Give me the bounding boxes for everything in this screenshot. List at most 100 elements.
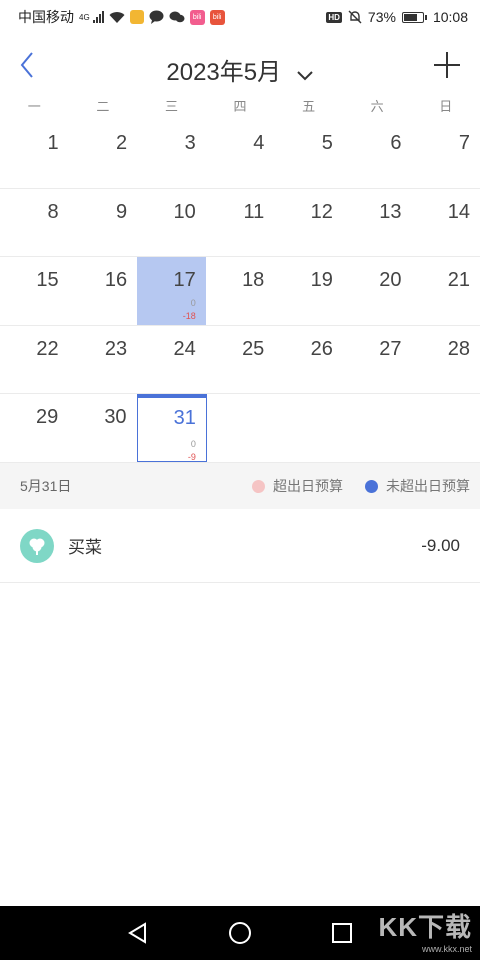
calendar-day-8[interactable]: 8 <box>0 189 69 257</box>
calendar-day-1[interactable]: 1 <box>0 120 69 188</box>
weekday-label: 四 <box>233 99 247 114</box>
calendar-day-15[interactable]: 15 <box>0 257 69 325</box>
calendar-day-12[interactable]: 12 <box>274 189 343 257</box>
day-number: 10 <box>173 200 196 223</box>
calendar-day-29[interactable]: 29 <box>0 394 68 462</box>
nav-back-button[interactable] <box>87 906 189 960</box>
calendar-day-14[interactable]: 14 <box>411 189 480 257</box>
day-number: 17 <box>173 269 196 291</box>
weekday-label: 二 <box>96 99 110 114</box>
day-number: 15 <box>36 269 59 291</box>
calendar-day-13[interactable]: 13 <box>343 189 412 257</box>
calendar-day-24[interactable]: 24 <box>137 326 206 394</box>
day-number: 25 <box>242 337 265 360</box>
calendar-week-row: 22 23 24 25 26 27 28 <box>0 326 480 394</box>
legend-over-label: 超出日预算 <box>273 478 343 494</box>
day-income: 0 <box>190 298 196 308</box>
under-budget-dot-icon <box>365 479 378 493</box>
day-number: 27 <box>379 337 402 360</box>
day-number: 22 <box>36 337 59 360</box>
status-bar: 中国移动 4G bili bili HD 73% 10:08 <box>0 0 480 34</box>
calendar-day-5[interactable]: 5 <box>274 120 343 188</box>
calendar-day-11[interactable]: 11 <box>206 189 275 257</box>
day-number: 29 <box>36 406 59 428</box>
add-record-button[interactable] <box>432 50 462 80</box>
watermark-url: www.kkx.net <box>421 944 472 954</box>
calendar-day-17[interactable]: 17 0 -18 <box>137 257 206 325</box>
day-number: 16 <box>104 269 128 291</box>
calendar-day-31[interactable]: 31 0 -9 <box>136 394 207 462</box>
calendar-header: 2023年5月 <box>0 34 480 96</box>
calendar-day-2[interactable]: 2 <box>69 120 138 188</box>
calendar-week-row: 15 16 17 0 -18 18 19 20 21 <box>0 257 480 326</box>
weekday-header: 一 二 三 四 五 六 日 <box>0 96 480 120</box>
day-number: 7 <box>458 132 471 154</box>
calendar-day-9[interactable]: 9 <box>69 189 138 257</box>
calendar-day-28[interactable]: 28 <box>411 326 480 394</box>
day-number: 26 <box>310 337 333 360</box>
day-income: 0 <box>190 439 196 449</box>
nav-home-button[interactable] <box>189 906 291 960</box>
day-number: 3 <box>184 132 196 154</box>
watermark: KK下载 www.kkx.net <box>378 907 472 954</box>
triangle-back-icon <box>128 922 146 944</box>
status-right: HD 73% 10:08 <box>326 9 468 25</box>
weekday-label: 日 <box>439 99 453 114</box>
day-number: 9 <box>116 200 128 223</box>
month-title: 2023年5月 <box>166 59 282 86</box>
calendar-empty-cell <box>207 394 275 462</box>
weekday-label: 一 <box>27 99 41 114</box>
chat-icon <box>149 10 164 24</box>
weekday-label: 五 <box>302 99 316 114</box>
day-number: 5 <box>321 132 333 154</box>
clock: 10:08 <box>432 9 468 25</box>
calendar-day-23[interactable]: 23 <box>69 326 138 394</box>
day-number: 1 <box>47 132 59 154</box>
bilibili-app-icon: bili <box>189 9 205 25</box>
chevron-down-icon <box>296 71 313 81</box>
calendar-day-16[interactable]: 16 <box>69 257 138 325</box>
calendar-empty-cell <box>343 394 411 462</box>
day-number: 19 <box>310 269 333 291</box>
bilibili-app-icon-2: bili <box>209 9 225 25</box>
hd-badge: HD <box>326 11 342 23</box>
day-expense: -9 <box>187 452 196 462</box>
calendar-day-20[interactable]: 20 <box>343 257 412 325</box>
day-number: 18 <box>242 269 265 291</box>
day-number: 31 <box>173 407 196 429</box>
calendar-day-10[interactable]: 10 <box>137 189 206 257</box>
day-number: 8 <box>47 200 59 223</box>
day-number: 12 <box>310 200 333 223</box>
calendar-day-26[interactable]: 26 <box>274 326 343 394</box>
day-number: 2 <box>116 132 128 154</box>
calendar-day-25[interactable]: 25 <box>206 326 275 394</box>
calendar-day-3[interactable]: 3 <box>137 120 206 188</box>
calendar-day-18[interactable]: 18 <box>206 257 275 325</box>
system-nav-bar: KK下载 www.kkx.net <box>0 906 480 960</box>
day-number: 30 <box>104 406 127 428</box>
legend-over-budget: 超出日预算 <box>252 476 343 496</box>
calendar-day-30[interactable]: 30 <box>68 394 136 462</box>
calendar-day-21[interactable]: 21 <box>411 257 480 325</box>
calendar-grid: 1 2 3 4 5 6 7 8 9 10 11 12 13 14 15 16 17 0 -18 18 19 20 21 22 2… <box>0 120 480 463</box>
month-picker[interactable]: 2023年5月 <box>0 52 480 87</box>
list-item[interactable]: 买菜 -9.00 <box>0 509 480 583</box>
calendar-day-19[interactable]: 19 <box>274 257 343 325</box>
day-number: 20 <box>379 269 402 291</box>
calendar-week-row: 1 2 3 4 5 6 7 <box>0 120 480 189</box>
calendar-day-27[interactable]: 27 <box>343 326 412 394</box>
tree-icon <box>20 528 54 563</box>
circle-home-icon <box>229 922 251 944</box>
day-number: 23 <box>104 337 128 360</box>
day-number: 14 <box>447 200 471 223</box>
record-name: 买菜 <box>68 538 102 557</box>
calendar-day-6[interactable]: 6 <box>343 120 412 188</box>
wifi-icon <box>109 11 125 23</box>
watermark-logo: KK下载 <box>378 912 472 942</box>
day-number: 4 <box>253 132 265 154</box>
day-number: 13 <box>379 200 402 223</box>
calendar-day-22[interactable]: 22 <box>0 326 69 394</box>
plus-icon <box>434 52 460 78</box>
calendar-day-4[interactable]: 4 <box>206 120 275 188</box>
calendar-day-7[interactable]: 7 <box>411 120 480 188</box>
